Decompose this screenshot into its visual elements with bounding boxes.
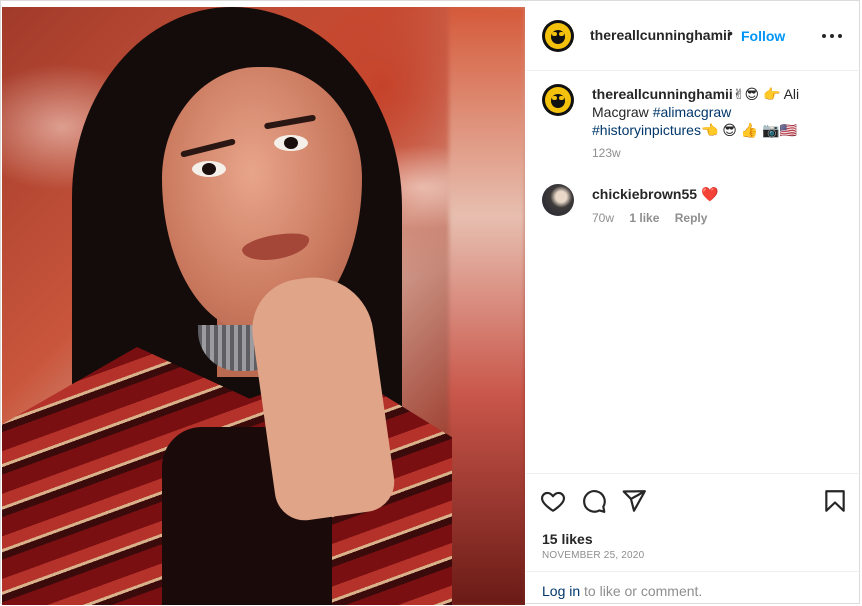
hashtag-link[interactable]: #alimacgraw xyxy=(653,104,732,120)
likes-count[interactable]: 15 likes xyxy=(542,531,593,547)
commenter-avatar[interactable] xyxy=(542,184,574,216)
post-header: thereallcunninghamii • Follow xyxy=(526,1,861,71)
login-prompt: Log in to like or comment. xyxy=(542,583,702,599)
comment-meta: 70w 1 like Reply xyxy=(592,211,719,225)
bookmark-icon[interactable] xyxy=(822,488,848,514)
author-username[interactable]: thereallcunninghamii xyxy=(590,27,731,43)
author-avatar[interactable] xyxy=(542,20,574,52)
commenter-username[interactable]: chickiebrown55 xyxy=(592,186,697,202)
login-footer: Log in to like or comment. xyxy=(526,571,861,606)
action-bar xyxy=(526,473,861,534)
hashtag-link[interactable]: #historyinpictures xyxy=(592,122,701,138)
caption-emoji: 👈 😎 👍 📷🇺🇸 xyxy=(700,122,797,138)
caption-timestamp[interactable]: 123w xyxy=(592,146,621,160)
post-date: NOVEMBER 25, 2020 xyxy=(542,550,645,561)
paper-plane-icon[interactable] xyxy=(621,488,647,514)
comment-emoji: ❤️ xyxy=(700,186,719,202)
reply-button[interactable]: Reply xyxy=(675,211,708,225)
comment-bubble-icon[interactable] xyxy=(581,488,607,514)
post-modal: thereallcunninghamii • Follow thereallcu… xyxy=(0,0,861,605)
post-caption: thereallcunninghamii✌😎 👉 Ali Macgraw #al… xyxy=(592,85,842,139)
login-link[interactable]: Log in xyxy=(542,583,580,599)
comment-timestamp[interactable]: 70w xyxy=(592,211,614,225)
photo-eye xyxy=(274,135,308,151)
more-options-icon[interactable] xyxy=(822,27,842,45)
comment-text: chickiebrown55 ❤️ xyxy=(592,186,718,203)
caption-username[interactable]: thereallcunninghamii xyxy=(592,86,733,102)
follow-button[interactable]: Follow xyxy=(741,28,785,44)
post-panel: thereallcunninghamii • Follow thereallcu… xyxy=(526,1,861,605)
photo-edge xyxy=(449,7,525,605)
caption-author-avatar[interactable] xyxy=(542,84,574,116)
post-photo[interactable] xyxy=(2,7,525,605)
separator-dot: • xyxy=(728,25,733,41)
photo-eye xyxy=(192,161,226,177)
heart-outline-icon[interactable] xyxy=(540,488,566,514)
caption-emoji: ✌😎 👉 xyxy=(732,86,781,102)
comment-likes[interactable]: 1 like xyxy=(629,211,659,225)
login-prompt-text: to like or comment. xyxy=(580,583,703,599)
